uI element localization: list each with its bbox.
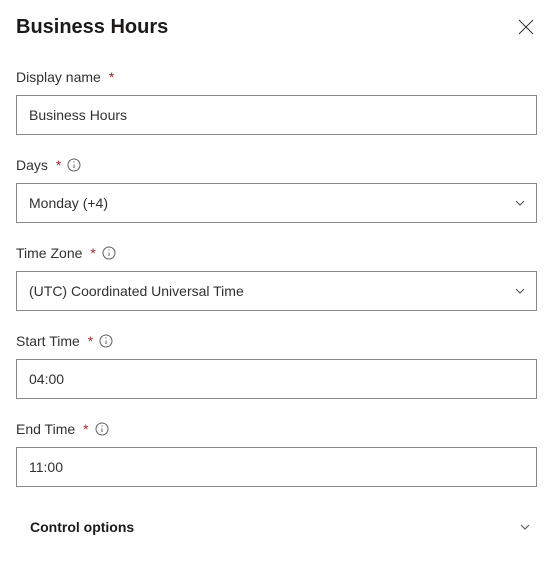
time-zone-value: (UTC) Coordinated Universal Time: [29, 283, 514, 299]
end-time-input[interactable]: [16, 447, 537, 487]
control-options-title: Control options: [30, 519, 134, 535]
label-text: Time Zone: [16, 245, 82, 261]
days-select[interactable]: Monday (+4): [16, 183, 537, 223]
close-icon: [517, 18, 535, 39]
label-text: Days: [16, 157, 48, 173]
required-mark: *: [90, 245, 95, 261]
display-name-label: Display name *: [16, 69, 537, 85]
field-end-time: End Time *: [16, 421, 537, 487]
field-days: Days * Monday (+4): [16, 157, 537, 223]
time-zone-select[interactable]: (UTC) Coordinated Universal Time: [16, 271, 537, 311]
field-display-name: Display name *: [16, 69, 537, 135]
start-time-label: Start Time *: [16, 333, 537, 349]
chevron-down-icon: [514, 197, 526, 209]
label-text: Start Time: [16, 333, 80, 349]
end-time-label: End Time *: [16, 421, 537, 437]
chevron-down-icon: [514, 285, 526, 297]
display-name-input[interactable]: [16, 95, 537, 135]
days-value: Monday (+4): [29, 195, 514, 211]
required-mark: *: [88, 333, 93, 349]
panel-title: Business Hours: [16, 16, 168, 39]
label-text: Display name: [16, 69, 101, 85]
required-mark: *: [83, 421, 88, 437]
info-icon[interactable]: [102, 246, 116, 260]
control-options-accordion[interactable]: Control options: [16, 509, 537, 545]
time-zone-label: Time Zone *: [16, 245, 537, 261]
required-mark: *: [109, 69, 114, 85]
close-button[interactable]: [515, 16, 537, 41]
info-icon[interactable]: [67, 158, 81, 172]
chevron-down-icon: [519, 521, 531, 533]
required-mark: *: [56, 157, 61, 173]
field-start-time: Start Time *: [16, 333, 537, 399]
info-icon[interactable]: [95, 422, 109, 436]
start-time-input[interactable]: [16, 359, 537, 399]
field-time-zone: Time Zone * (UTC) Coordinated Universal …: [16, 245, 537, 311]
days-label: Days *: [16, 157, 537, 173]
label-text: End Time: [16, 421, 75, 437]
info-icon[interactable]: [99, 334, 113, 348]
